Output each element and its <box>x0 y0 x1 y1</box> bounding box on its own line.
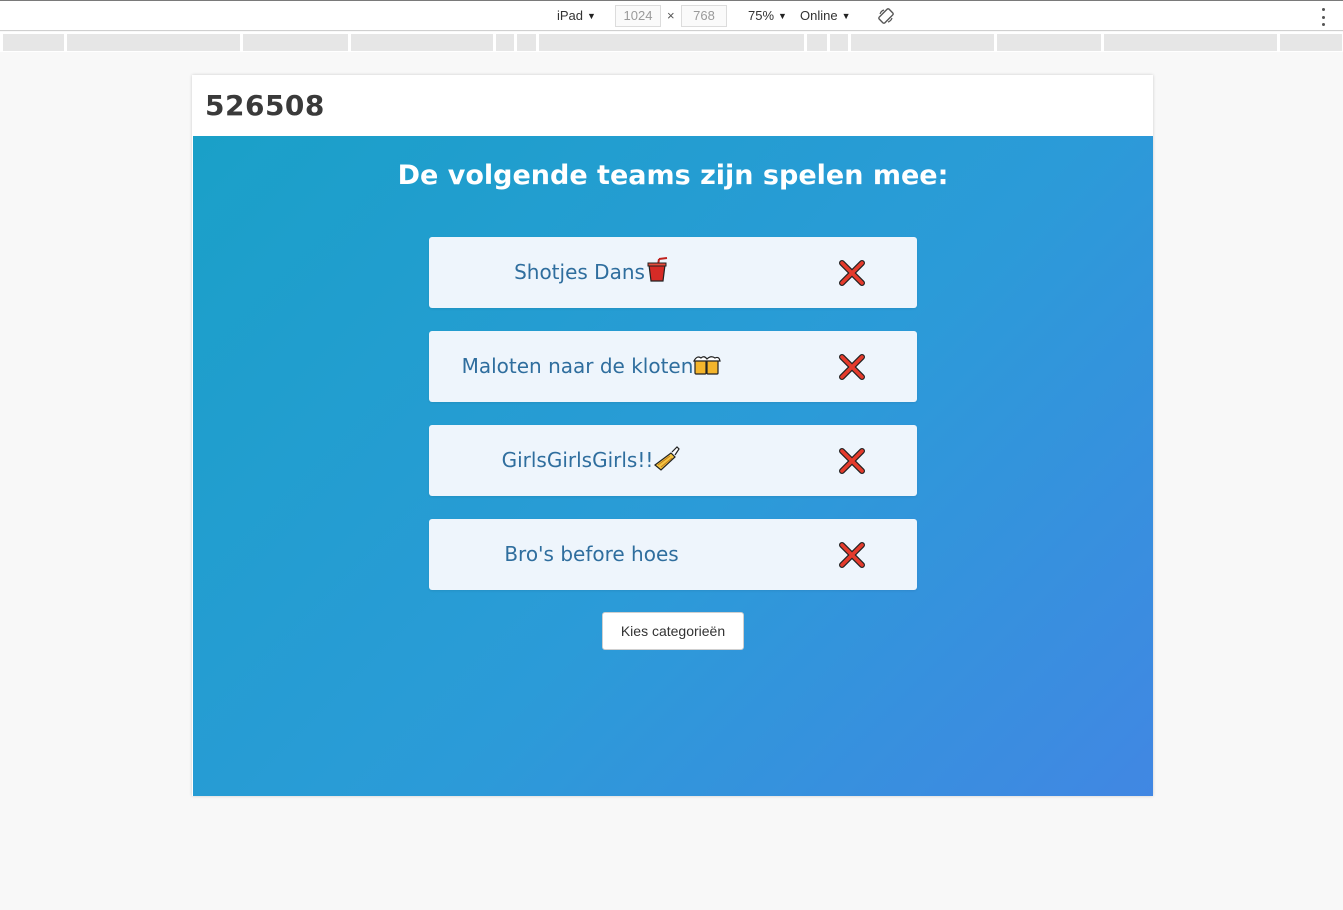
caret-down-icon: ▼ <box>778 10 787 21</box>
device-select[interactable]: iPad ▼ <box>557 8 596 23</box>
network-select-label: Online <box>800 8 838 23</box>
device-viewport: 526508 De volgende teams zijn spelen mee… <box>192 75 1153 796</box>
team-name-row: Bro's before hoes <box>429 519 754 590</box>
cup-with-straw-icon <box>647 257 668 282</box>
ruler-segment[interactable] <box>1280 34 1342 51</box>
ruler-segment[interactable] <box>67 34 240 51</box>
ruler-segment[interactable] <box>351 34 493 51</box>
width-input[interactable]: 1024 <box>615 5 661 27</box>
ruler-segment[interactable] <box>3 34 64 51</box>
page-title: De volgende teams zijn spelen mee: <box>397 160 949 191</box>
ruler-segment[interactable] <box>807 34 827 51</box>
ruler-segment[interactable] <box>243 34 348 51</box>
team-name: GirlsGirlsGirls!! <box>501 448 654 472</box>
caret-down-icon: ▼ <box>841 10 851 21</box>
media-query-ruler <box>0 32 1343 52</box>
team-lobby: De volgende teams zijn spelen mee: Shotj… <box>193 136 1153 796</box>
rotate-icon[interactable] <box>878 8 894 24</box>
zoom-select[interactable]: 75% ▼ <box>748 8 787 23</box>
team-card: GirlsGirlsGirls!! <box>429 425 917 496</box>
ruler-segment[interactable] <box>997 34 1101 51</box>
beer-mugs-icon <box>693 356 722 375</box>
ruler-segment[interactable] <box>830 34 848 51</box>
team-name-row: GirlsGirlsGirls!! <box>429 425 754 496</box>
ruler-segment[interactable] <box>496 34 514 51</box>
dimension-separator: × <box>667 8 675 23</box>
ruler-segment[interactable] <box>851 34 994 51</box>
height-input[interactable]: 768 <box>681 5 727 27</box>
ruler-segment[interactable] <box>517 34 536 51</box>
caret-down-icon: ▼ <box>587 10 596 21</box>
zoom-select-label: 75% <box>748 8 775 23</box>
ruler-segment[interactable] <box>1104 34 1277 51</box>
game-code: 526508 <box>205 89 325 122</box>
remove-team-button[interactable] <box>839 448 865 474</box>
choose-categories-button[interactable]: Kies categorieën <box>602 612 744 650</box>
team-name-row: Maloten naar de kloten <box>429 331 754 402</box>
more-options-icon[interactable] <box>1318 8 1328 26</box>
remove-team-button[interactable] <box>839 260 865 286</box>
team-name: Bro's before hoes <box>504 542 679 566</box>
team-name-row: Shotjes Dans <box>429 237 754 308</box>
team-card: Shotjes Dans <box>429 237 917 308</box>
network-select[interactable]: Online ▼ <box>800 8 851 23</box>
device-select-label: iPad <box>557 8 584 23</box>
team-card: Bro's before hoes <box>429 519 917 590</box>
device-toolbar: iPad ▼ 1024 × 768 75% ▼ Online ▼ <box>0 0 1343 31</box>
team-name: Maloten naar de kloten <box>461 354 694 378</box>
team-name: Shotjes Dans <box>514 260 645 284</box>
game-header: 526508 <box>192 75 1153 136</box>
nail-polish-icon <box>654 446 681 471</box>
remove-team-button[interactable] <box>839 542 865 568</box>
ruler-segment[interactable] <box>539 34 804 51</box>
team-card: Maloten naar de kloten <box>429 331 917 402</box>
remove-team-button[interactable] <box>839 354 865 380</box>
